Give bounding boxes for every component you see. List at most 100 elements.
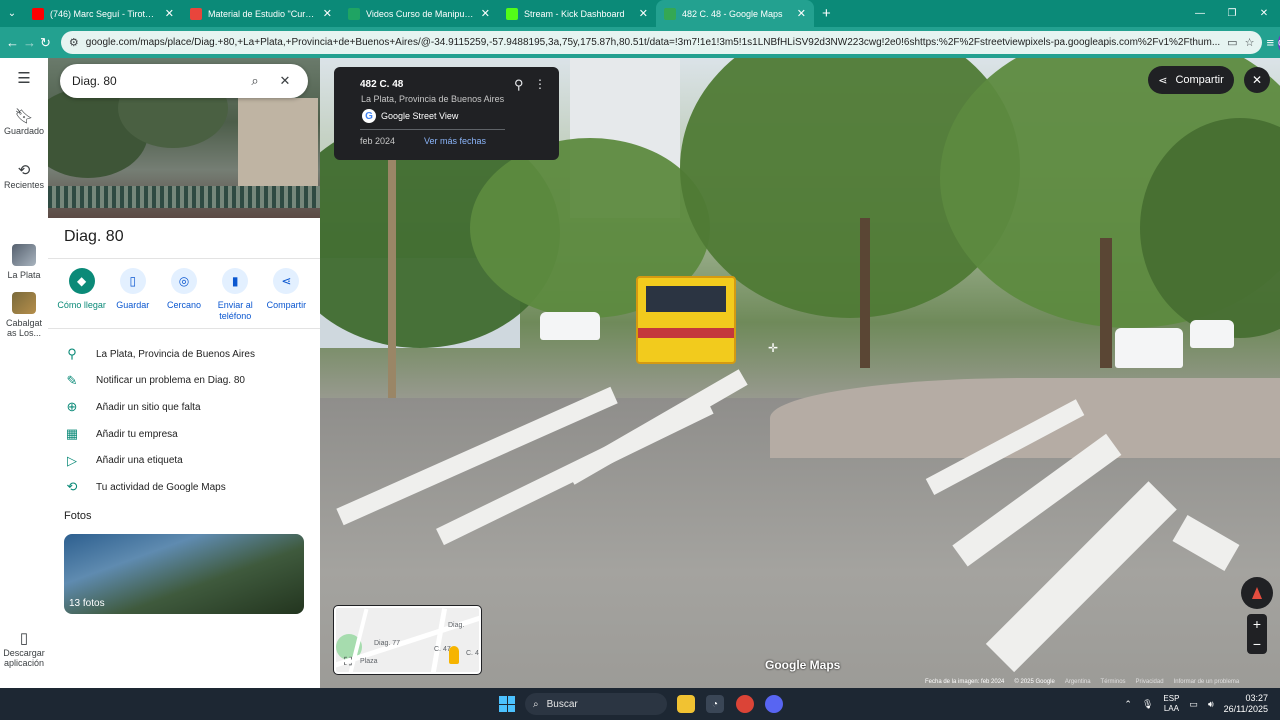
microphone-icon[interactable]: 🎙︎: [1142, 699, 1153, 710]
search-icon[interactable]: ⌕: [244, 70, 266, 92]
share-icon: ⋖: [273, 268, 300, 294]
keyboard-layout: LAA: [1163, 704, 1179, 713]
nearby-button[interactable]: ◎ Cercano: [158, 268, 209, 322]
address-row[interactable]: ⚲ La Plata, Provincia de Buenos Aires: [48, 341, 320, 368]
rail-item-download-app[interactable]: ▯ Descargar aplicación: [0, 631, 48, 668]
hero-building: [238, 98, 318, 188]
share-streetview-button[interactable]: ⋖ Compartir: [1148, 66, 1234, 94]
minimap-label: Diag.: [448, 622, 465, 629]
add-place-row[interactable]: ⊕ Añadir un sitio que falta: [48, 394, 320, 421]
bookmark-star-icon[interactable]: ☆: [1245, 36, 1255, 49]
location-pin-icon[interactable]: ⚲: [514, 77, 524, 93]
show-hidden-icons-icon[interactable]: ⌃: [1124, 699, 1132, 710]
forward-icon[interactable]: →: [23, 32, 36, 54]
file-explorer-icon[interactable]: [677, 695, 695, 713]
clock[interactable]: 03:27 26/11/2025: [1224, 693, 1268, 715]
zoom-control: + −: [1247, 614, 1267, 654]
new-tab-button[interactable]: +: [814, 0, 839, 27]
browser-tab[interactable]: Material de Estudio "Curso de M ✕: [182, 0, 340, 27]
save-button[interactable]: ▯ Guardar: [107, 268, 158, 322]
close-tab-icon[interactable]: ✕: [639, 7, 648, 20]
taskbar-search-label: Buscar: [546, 698, 578, 710]
clear-search-icon[interactable]: ✕: [274, 70, 296, 92]
sv-lamp-post: [388, 158, 396, 398]
more-dates-link[interactable]: Ver más fechas: [424, 136, 486, 146]
discord-icon[interactable]: [765, 695, 783, 713]
maps-activity-row[interactable]: ⟲ Tu actividad de Google Maps: [48, 474, 320, 501]
address-bar[interactable]: ⚙ google.com/maps/place/Diag.+80,+La+Pla…: [60, 31, 1263, 54]
url-text[interactable]: google.com/maps/place/Diag.+80,+La+Plata…: [86, 37, 1220, 48]
tab-search-dropdown-icon[interactable]: ⌄: [0, 0, 24, 27]
close-tab-icon[interactable]: ✕: [797, 7, 806, 20]
search-box[interactable]: ⌕ ✕: [60, 64, 308, 98]
more-options-icon[interactable]: ⋮: [534, 77, 546, 91]
site-info-icon[interactable]: ⚙: [69, 36, 79, 49]
send-to-phone-button[interactable]: ▮ Enviar al teléfono: [210, 268, 261, 322]
google-logo-icon: G: [362, 109, 376, 123]
action-label: Cercano: [166, 300, 202, 310]
sv-address: 482 C. 48: [360, 79, 404, 90]
restore-icon[interactable]: ❐: [1216, 0, 1248, 27]
terms-link[interactable]: Términos: [1101, 679, 1126, 688]
expand-map-icon[interactable]: ⛶: [341, 655, 355, 669]
move-cursor-icon: ✛: [768, 341, 779, 355]
streetview-footer: Fecha de la imagen: feb 2024 © 2025 Goog…: [925, 679, 1280, 688]
close-streetview-button[interactable]: ✕: [1244, 67, 1270, 93]
reload-icon[interactable]: ↻: [40, 32, 51, 54]
maps-favicon-icon: [664, 7, 676, 20]
rail-item-saved[interactable]: 🔖︎ Guardado: [0, 109, 48, 136]
report-problem-row[interactable]: ✎ Notificar un problema en Diag. 80: [48, 368, 320, 395]
language-code: ESP: [1163, 694, 1180, 703]
share-button[interactable]: ⋖ Compartir: [261, 268, 312, 322]
street-view-canvas[interactable]: ✛ 482 C. 48 La Plata, Provincia de Bueno…: [320, 58, 1280, 688]
hamburger-menu-icon[interactable]: ☰: [17, 71, 30, 86]
info-text: Añadir tu empresa: [96, 428, 178, 440]
close-tab-icon[interactable]: ✕: [323, 7, 332, 20]
browser-tab[interactable]: Stream - Kick Dashboard ✕: [498, 0, 656, 27]
volume-icon[interactable]: 🔊︎: [1208, 699, 1214, 710]
place-info-list: ⚲ La Plata, Provincia de Buenos Aires ✎ …: [48, 341, 320, 501]
network-icon[interactable]: ▭: [1189, 699, 1198, 710]
taskbar-search[interactable]: ⌕ Buscar: [525, 693, 667, 715]
search-input[interactable]: [72, 74, 236, 88]
zoom-out-icon[interactable]: −: [1253, 636, 1261, 652]
report-problem-link[interactable]: Informar de un problema: [1174, 679, 1240, 688]
chrome-icon[interactable]: [736, 695, 754, 713]
app-icon[interactable]: ◔: [706, 695, 724, 713]
browser-tab[interactable]: (746) Marc Seguí - Tiroteo Rem ✕: [24, 0, 182, 27]
rail-menu[interactable]: ☰: [0, 71, 48, 88]
zoom-in-icon[interactable]: +: [1253, 616, 1261, 632]
add-business-row[interactable]: ▦ Añadir tu empresa: [48, 421, 320, 448]
place-title: Diag. 80: [64, 228, 124, 245]
region-link[interactable]: Argentina: [1065, 679, 1091, 688]
photos-count: 13 fotos: [69, 598, 105, 609]
photos-card[interactable]: 13 fotos: [64, 534, 304, 614]
pegman-icon[interactable]: [449, 646, 459, 664]
close-window-icon[interactable]: ✕: [1248, 0, 1280, 27]
browser-tab-active[interactable]: 482 C. 48 - Google Maps ✕: [656, 0, 814, 27]
add-label-row[interactable]: ▷ Añadir una etiqueta: [48, 447, 320, 474]
close-tab-icon[interactable]: ✕: [165, 7, 174, 20]
minimap[interactable]: Diag. 77 Diag. C. 47 C. 4 Plaza ⛶: [334, 606, 481, 674]
language-indicator[interactable]: ESP LAA: [1163, 694, 1179, 714]
compass-icon[interactable]: [1241, 577, 1273, 609]
directions-button[interactable]: ◆ Cómo llegar: [56, 268, 107, 322]
divider: [48, 258, 320, 259]
rail-item-cabalgatas[interactable]: Cabalgat as Los...: [0, 292, 48, 338]
info-text: Tu actividad de Google Maps: [96, 481, 226, 493]
sv-bus: [636, 276, 736, 364]
place-thumbnail: [12, 244, 36, 266]
install-app-icon[interactable]: ▭: [1227, 36, 1237, 49]
divider: [360, 129, 505, 130]
privacy-link[interactable]: Privacidad: [1136, 679, 1164, 688]
rail-item-recents[interactable]: ⟲ Recientes: [0, 163, 48, 190]
minimize-icon[interactable]: —: [1184, 0, 1216, 27]
browser-tab[interactable]: Videos Curso de Manipulación ✕: [340, 0, 498, 27]
back-icon[interactable]: ←: [6, 32, 19, 54]
close-tab-icon[interactable]: ✕: [481, 7, 490, 20]
windows-start-icon[interactable]: [499, 696, 515, 712]
rail-item-la-plata[interactable]: La Plata: [0, 244, 48, 280]
media-control-icon[interactable]: ≡: [1266, 32, 1274, 54]
directions-icon: ◆: [68, 268, 95, 294]
copyright: © 2025 Google: [1014, 679, 1055, 685]
